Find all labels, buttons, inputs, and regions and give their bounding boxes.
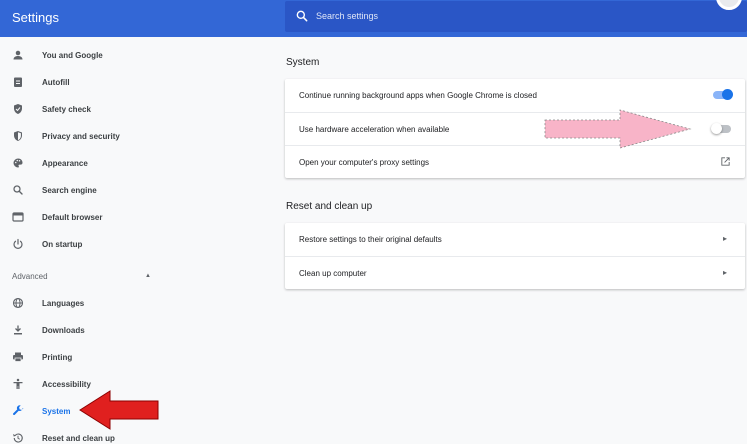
sidebar-item-you-and-google[interactable]: You and Google: [0, 44, 170, 66]
setting-label: Clean up computer: [299, 269, 367, 278]
chevron-right-icon: ▸: [722, 234, 727, 243]
sidebar-item-label: Default browser: [42, 212, 103, 222]
toggle-knob: [722, 89, 733, 100]
search-input[interactable]: Search settings: [316, 11, 378, 21]
palette-icon: [11, 157, 24, 170]
red-arrow-annotation: [79, 390, 159, 430]
header-bar: Settings Search settings: [0, 0, 747, 37]
sidebar-item-label: Languages: [42, 298, 85, 308]
history-icon: [11, 432, 24, 444]
sidebar-item-autofill[interactable]: Autofill: [0, 71, 170, 93]
sidebar-item-label: On startup: [42, 239, 83, 249]
sidebar-item-default-browser[interactable]: Default browser: [0, 206, 170, 228]
setting-label: Continue running background apps when Go…: [299, 91, 537, 100]
download-icon: [11, 324, 24, 337]
sidebar-item-on-startup[interactable]: On startup: [0, 233, 170, 255]
setting-label: Use hardware acceleration when available: [299, 125, 450, 134]
sidebar-item-label: Autofill: [42, 77, 70, 87]
sidebar-item-label: You and Google: [42, 50, 103, 60]
caret-up-icon[interactable]: ▲: [145, 273, 151, 279]
search-box[interactable]: Search settings: [285, 1, 747, 32]
globe-icon: [11, 297, 24, 310]
setting-row-restore-defaults[interactable]: Restore settings to their original defau…: [285, 223, 745, 256]
search-icon: [11, 184, 24, 197]
browser-icon: [11, 211, 24, 224]
sidebar-item-label: Accessibility: [42, 379, 91, 389]
sidebar-item-printing[interactable]: Printing: [0, 346, 170, 368]
sidebar-item-label: Search engine: [42, 185, 97, 195]
power-icon: [11, 238, 24, 251]
background-apps-toggle[interactable]: [713, 89, 733, 100]
shield-check-icon: [11, 103, 24, 116]
sidebar-item-privacy-and-security[interactable]: Privacy and security: [0, 125, 170, 147]
clipboard-icon: [11, 76, 24, 89]
sidebar-item-label: Printing: [42, 352, 73, 362]
sidebar-item-label: Safety check: [42, 104, 91, 114]
sidebar-item-label: System: [42, 406, 71, 416]
app-title: Settings: [12, 10, 59, 25]
sidebar-item-downloads[interactable]: Downloads: [0, 319, 170, 341]
toggle-knob: [711, 123, 722, 134]
sidebar-item-safety-check[interactable]: Safety check: [0, 98, 170, 120]
sidebar-item-languages[interactable]: Languages: [0, 292, 170, 314]
chevron-right-icon: ▸: [722, 268, 727, 277]
pink-arrow-annotation: [544, 109, 692, 149]
sidebar: You and Google Autofill Safety check Pri…: [0, 37, 170, 444]
section-title-system: System: [286, 57, 320, 68]
sidebar-item-label: Downloads: [42, 325, 85, 335]
wrench-icon: [11, 405, 24, 418]
advanced-section-toggle[interactable]: Advanced: [12, 272, 48, 281]
sidebar-item-label: Reset and clean up: [42, 433, 115, 443]
sidebar-item-search-engine[interactable]: Search engine: [0, 179, 170, 201]
sidebar-item-label: Appearance: [42, 158, 88, 168]
person-icon: [11, 49, 24, 62]
search-icon: [296, 10, 308, 22]
external-link-icon[interactable]: [720, 156, 731, 167]
printer-icon: [11, 351, 24, 364]
hardware-acceleration-toggle[interactable]: [711, 123, 731, 134]
shield-icon: [11, 130, 24, 143]
sidebar-item-appearance[interactable]: Appearance: [0, 152, 170, 174]
accessibility-icon: [11, 378, 24, 391]
setting-label: Restore settings to their original defau…: [299, 235, 442, 244]
setting-label: Open your computer's proxy settings: [299, 158, 430, 167]
section-title-reset: Reset and clean up: [286, 201, 373, 212]
reset-card: Restore settings to their original defau…: [285, 223, 745, 289]
setting-row-clean-up-computer[interactable]: Clean up computer ▸: [285, 256, 745, 289]
sidebar-item-label: Privacy and security: [42, 131, 120, 141]
